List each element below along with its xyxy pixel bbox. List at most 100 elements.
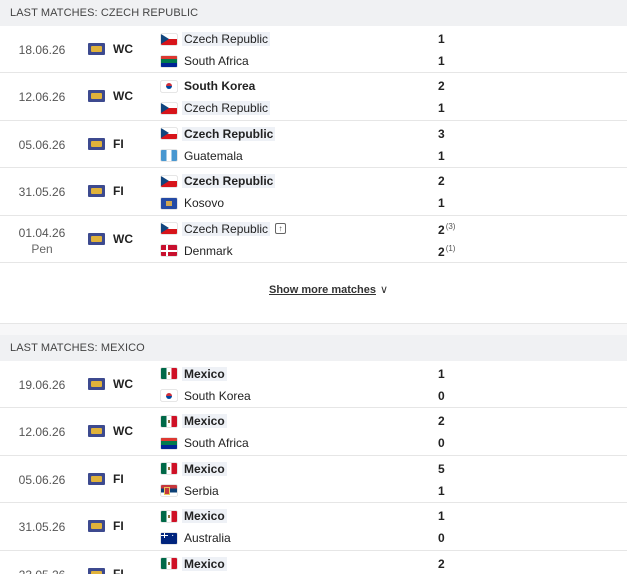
dk-flag-icon [161,245,177,257]
competition-name: FI [113,184,124,199]
team-home[interactable]: Mexico [161,366,227,382]
mx-flag-icon [161,558,177,570]
competition-flag-icon [88,232,105,245]
competition-flag-icon [88,137,105,150]
match-row[interactable]: 01.04.26 Pen WC Czech Republic ↑ 2(3) Denmark 2… [0,215,627,263]
team-home[interactable]: Mexico [161,556,227,572]
team-home[interactable]: Czech Republic [161,31,271,47]
mx-flag-icon [161,415,177,427]
match-date: 12.06.26 [18,90,66,104]
team-name: South Korea [184,79,256,94]
h2h-panel: LAST MATCHES: CZECH REPUBLIC 18.06.26 WC Cz… [0,0,627,574]
team-away[interactable]: Australia [161,530,231,546]
score-home: 1 [438,367,445,381]
match-row[interactable]: 31.05.26 FI Czech Republic 2 Kosovo 1 [0,168,627,216]
score-home: 1 [438,509,445,523]
team-away[interactable]: South Africa [161,53,249,69]
team-away[interactable]: Kosovo [161,195,224,211]
za-flag-icon [161,437,177,449]
match-date-text: 31.05.26 [18,520,66,535]
match-date-text: 19.06.26 [18,377,66,392]
match-date: 19.06.26 [18,378,66,392]
match-row[interactable]: 05.06.26 FI Czech Republic 3 Guatemala 1 [0,120,627,169]
score-away: 0 [438,531,445,545]
show-more-button[interactable]: Show more matches ∨ [269,283,388,296]
section-header: LAST MATCHES: CZECH REPUBLIC [0,0,627,26]
penalty-score: (3) [445,221,456,231]
match-date-text: 05.06.26 [18,137,66,152]
za-flag-icon [161,55,177,67]
competition-flag-icon [88,377,105,390]
competition-name: FI [113,471,124,486]
team-name: Mexico [182,461,227,476]
team-home[interactable]: Mexico [161,461,227,477]
score-value: 0 [438,388,445,403]
competition-flag-icon [88,425,105,438]
team-name: Czech Republic [182,101,271,116]
team-home[interactable]: Mexico [161,413,227,429]
mx-flag-icon [161,463,177,475]
score-value: 1 [438,54,445,68]
competition-flag-icon [88,43,105,55]
team-away[interactable]: South Africa [161,435,249,451]
match-row[interactable]: 31.05.26 FI Mexico 1 Australia 0 [0,503,627,551]
team-away[interactable]: Guatemala [161,148,243,164]
mx-flag-icon [161,510,177,522]
team-name: Czech Republic [182,32,271,46]
match-row[interactable]: 18.06.26 WC Czech Republic 1 South Africa 1 [0,26,627,74]
team-away[interactable]: Serbia [161,483,219,499]
score-away: 2(1) [438,244,455,259]
competition-flag-icon [88,520,105,533]
arrow-up-icon[interactable]: ↑ [275,223,287,235]
team-name: Kosovo [184,196,225,211]
score-value: 1 [438,483,445,498]
match-date-text: 18.06.26 [18,43,66,57]
competition-name: FI [113,136,124,151]
team-away[interactable]: Czech Republic [161,100,271,116]
match-date: 31.05.26 [18,185,66,199]
kr-flag-icon [161,80,177,92]
match-row[interactable]: 19.06.26 WC Mexico 1 South Korea 0 [0,360,627,409]
xk-flag-icon [161,197,177,209]
match-row[interactable]: 12.06.26 WC South Korea 2 Czech Republic 1 [0,73,627,121]
team-name: Czech Republic [182,174,276,189]
competition-flag-icon [88,185,105,198]
match-date-text: 23.05.26 [19,568,66,574]
competition-name: WC [113,376,133,391]
team-home[interactable]: Czech Republic [161,126,276,142]
section-gap [0,323,627,335]
score-home: 5 [438,462,445,476]
team-name: Australia [184,531,231,546]
cz-flag-icon [161,223,177,235]
competition-name: FI [113,519,124,534]
match-date-text: 12.06.26 [18,90,66,105]
team-away[interactable]: South Korea [161,388,251,404]
team-away[interactable]: Denmark [161,243,233,259]
competition-name: WC [113,89,133,104]
team-name: Denmark [184,243,233,258]
team-home[interactable]: Czech Republic ↑ [161,221,287,237]
team-home[interactable]: South Korea [161,78,255,94]
match-row[interactable]: 23.05.26FIMexico2Ghana0 [0,550,627,574]
team-home[interactable]: Mexico [161,508,227,524]
score-home: 1 [438,32,445,46]
score-value: 5 [438,461,445,476]
score-home: 2(3) [438,222,455,237]
competition-flag-icon [88,472,105,485]
score-value: 1 [438,32,445,46]
team-name: South Africa [184,54,249,68]
competition-flag-icon [88,567,105,574]
score-value: 2 [438,244,445,259]
match-row[interactable]: 12.06.26 WC Mexico 2 South Africa 0 [0,408,627,456]
score-value: 2 [438,79,445,94]
cz-flag-icon [161,175,177,187]
score-home: 2 [438,414,445,428]
team-home[interactable]: Czech Republic [161,173,276,189]
team-name: Mexico [182,509,227,524]
mx-flag-icon [161,368,177,380]
score-away: 1 [438,196,445,210]
competition-flag-icon [88,90,105,103]
match-row[interactable]: 05.06.26 FI Mexico 5 Serbia 1 [0,455,627,504]
au-flag-icon [161,532,177,544]
score-value: 0 [438,531,445,546]
